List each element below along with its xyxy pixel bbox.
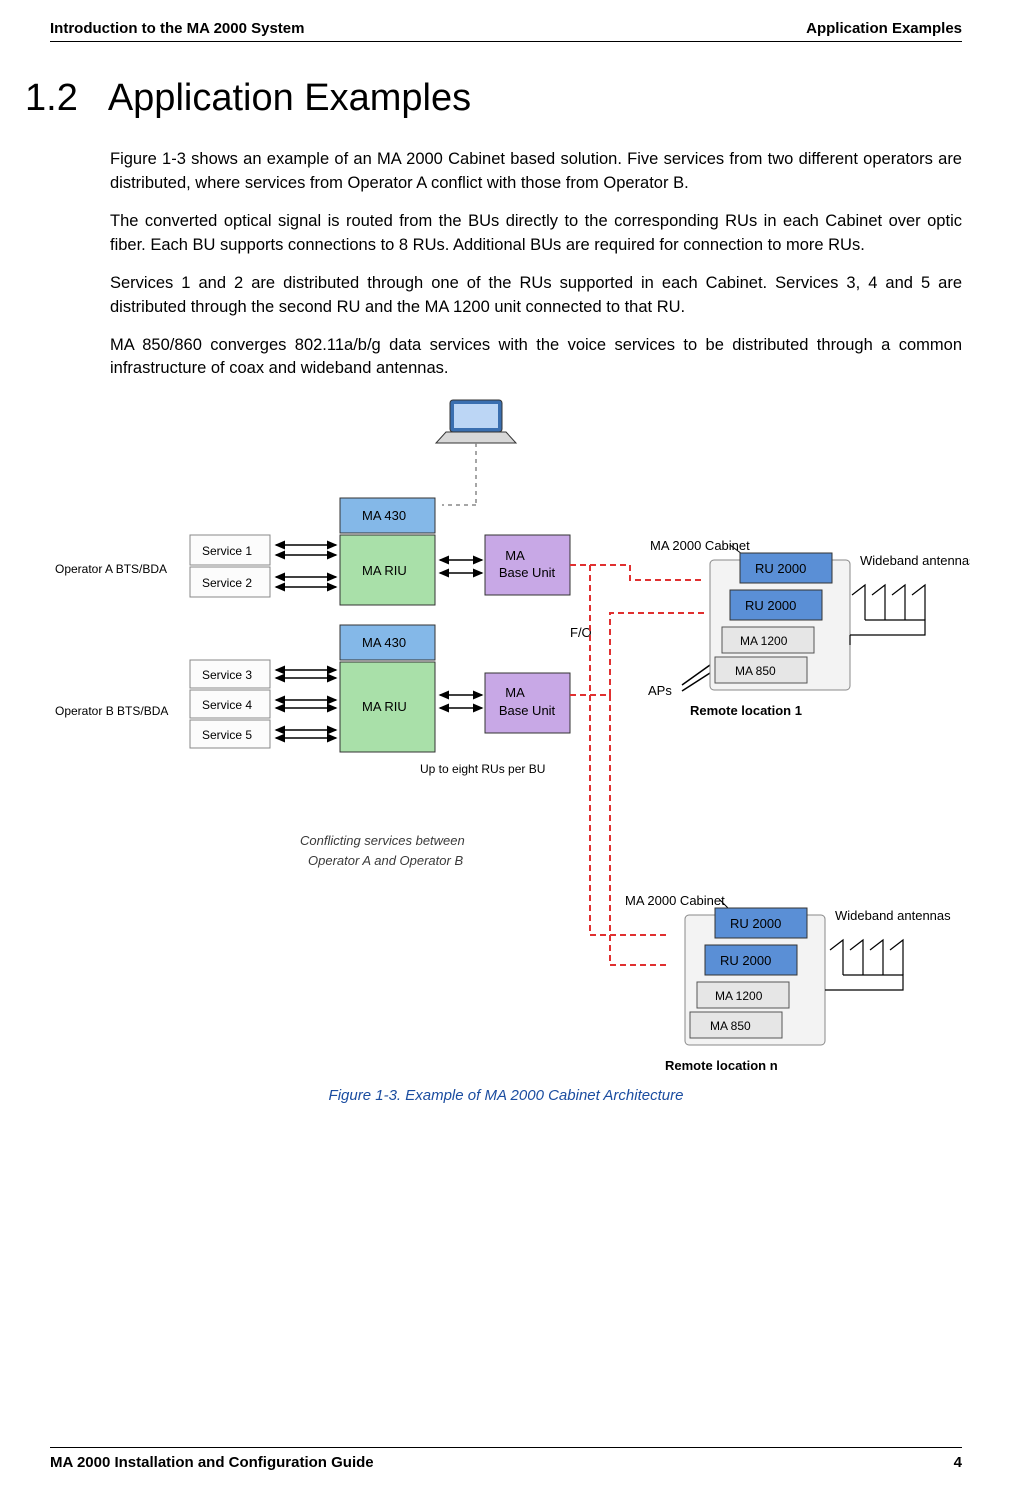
footer-left: MA 2000 Installation and Configuration G… bbox=[50, 1454, 374, 1471]
ma1200-1: MA 1200 bbox=[740, 634, 788, 648]
paragraph-2: The converted optical signal is routed f… bbox=[110, 210, 962, 258]
page-header: Introduction to the MA 2000 System Appli… bbox=[50, 20, 962, 42]
aps-label: APs bbox=[648, 683, 672, 698]
mabu-a2: Base Unit bbox=[499, 565, 556, 580]
service-1: Service 1 bbox=[202, 544, 252, 558]
section-number: 1.2 bbox=[25, 77, 78, 120]
mariu-b: MA RIU bbox=[362, 699, 407, 714]
remote1-label: Remote location 1 bbox=[690, 703, 802, 718]
cabinetn-label: MA 2000 Cabinet bbox=[625, 893, 725, 908]
ru2000-1a: RU 2000 bbox=[755, 561, 806, 576]
page-footer: MA 2000 Installation and Configuration G… bbox=[50, 1447, 962, 1471]
section-title: Application Examples bbox=[108, 77, 471, 120]
service-3: Service 3 bbox=[202, 668, 252, 682]
wideband-n: Wideband antennas bbox=[835, 908, 951, 923]
header-left: Introduction to the MA 2000 System bbox=[50, 20, 304, 37]
ru2000-1b: RU 2000 bbox=[745, 598, 796, 613]
ma430-a: MA 430 bbox=[362, 508, 406, 523]
paragraph-3: Services 1 and 2 are distributed through… bbox=[110, 272, 962, 320]
header-right: Application Examples bbox=[806, 20, 962, 37]
laptop-icon bbox=[436, 400, 516, 505]
mabu-a1: MA bbox=[505, 548, 525, 563]
remoten-label: Remote location n bbox=[665, 1058, 778, 1073]
conflict-1: Conflicting services between bbox=[300, 833, 465, 848]
operator-a-label: Operator A BTS/BDA bbox=[55, 562, 167, 576]
paragraph-4: MA 850/860 converges 802.11a/b/g data se… bbox=[110, 334, 962, 382]
ru2000-nb: RU 2000 bbox=[720, 953, 771, 968]
mariu-a: MA RIU bbox=[362, 563, 407, 578]
operator-b-label: Operator B BTS/BDA bbox=[55, 704, 168, 718]
conflict-2: Operator A and Operator B bbox=[308, 853, 463, 868]
cabinet1-label: MA 2000 Cabinet bbox=[650, 538, 750, 553]
section-heading: 1.2 Application Examples bbox=[25, 77, 962, 120]
ru2000-na: RU 2000 bbox=[730, 916, 781, 931]
wideband-1: Wideband antennas bbox=[860, 553, 970, 568]
paragraph-1: Figure 1-3 shows an example of an MA 200… bbox=[110, 148, 962, 196]
ma1200-n: MA 1200 bbox=[715, 989, 763, 1003]
footer-page-number: 4 bbox=[954, 1454, 962, 1471]
mabu-b1: MA bbox=[505, 685, 525, 700]
architecture-diagram: Operator A BTS/BDA Service 1 Service 2 M… bbox=[50, 395, 970, 1075]
upto-label: Up to eight RUs per BU bbox=[420, 762, 545, 776]
mabu-b2: Base Unit bbox=[499, 703, 556, 718]
ma850-n: MA 850 bbox=[710, 1019, 751, 1033]
service-2: Service 2 bbox=[202, 576, 252, 590]
ma850-1: MA 850 bbox=[735, 664, 776, 678]
figure-caption: Figure 1-3. Example of MA 2000 Cabinet A… bbox=[50, 1087, 962, 1104]
fo-label: F/O bbox=[570, 625, 592, 640]
service-5: Service 5 bbox=[202, 728, 252, 742]
service-4: Service 4 bbox=[202, 698, 252, 712]
ma430-b: MA 430 bbox=[362, 635, 406, 650]
